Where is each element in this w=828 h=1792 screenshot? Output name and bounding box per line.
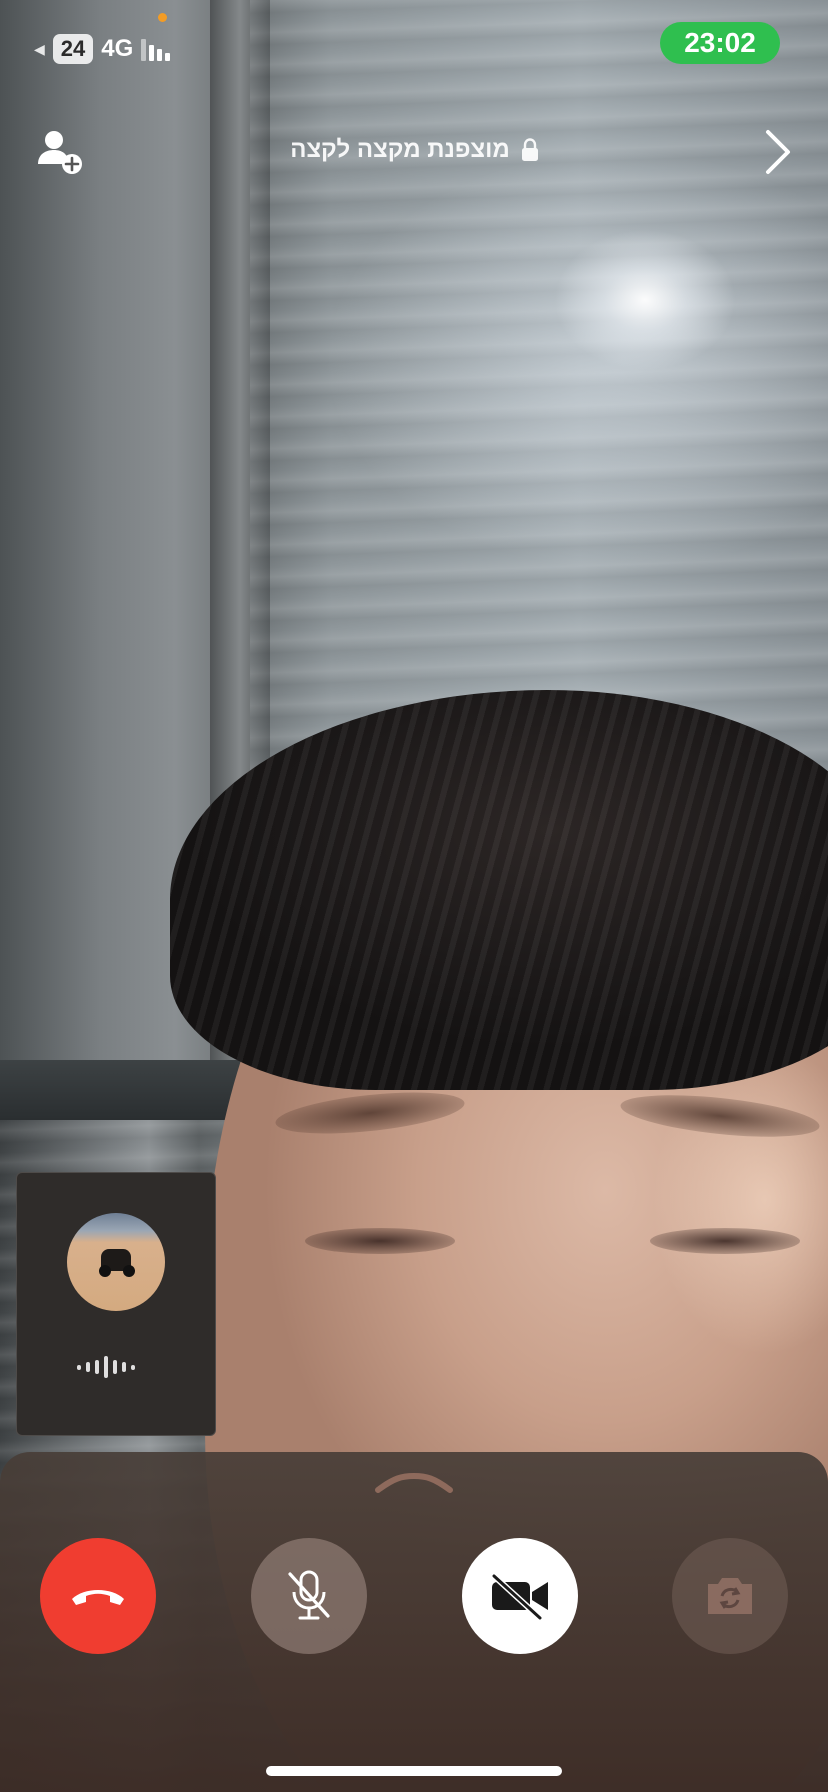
self-view-tile[interactable] [16,1172,216,1436]
call-controls-panel [0,1452,828,1792]
flip-camera-button[interactable] [672,1538,788,1654]
back-chevron-icon[interactable]: ◀ [34,41,45,58]
chevron-up-icon[interactable] [374,1472,454,1496]
audio-wave-icon [77,1353,135,1381]
status-bar: ◀ 24 4G 23:02 [0,0,828,90]
chevron-right-icon[interactable] [758,126,798,178]
add-person-icon[interactable] [36,128,86,178]
self-avatar [67,1213,165,1311]
call-time-pill[interactable]: 23:02 [660,22,780,64]
call-encryption-header: מוצפנת מקצה לקצה [240,136,590,164]
mic-off-icon [288,1570,330,1620]
camera-flip-icon [708,1578,752,1614]
video-off-button[interactable] [462,1538,578,1654]
phone-hangup-icon [72,1590,124,1605]
video-off-icon [491,1573,548,1620]
network-type: 4G [101,35,134,62]
lock-icon [521,138,538,161]
signal-icon [141,37,171,61]
video-eye-right [650,1228,800,1254]
atv-wheel [99,1265,111,1277]
mute-button[interactable] [251,1538,367,1654]
atv-wheel [123,1265,135,1277]
video-eye-left [305,1228,455,1254]
home-indicator[interactable] [266,1766,562,1776]
video-call-screen: ◀ 24 4G 23:02 מוצפנת מקצה לקצה [0,0,828,1792]
status-left: ◀ 24 4G [34,34,171,64]
battery-level: 24 [52,34,94,64]
camera-in-use-dot [158,13,167,22]
encryption-label: מוצפנת מקצה לקצה [290,136,510,163]
end-call-button[interactable] [40,1538,156,1654]
